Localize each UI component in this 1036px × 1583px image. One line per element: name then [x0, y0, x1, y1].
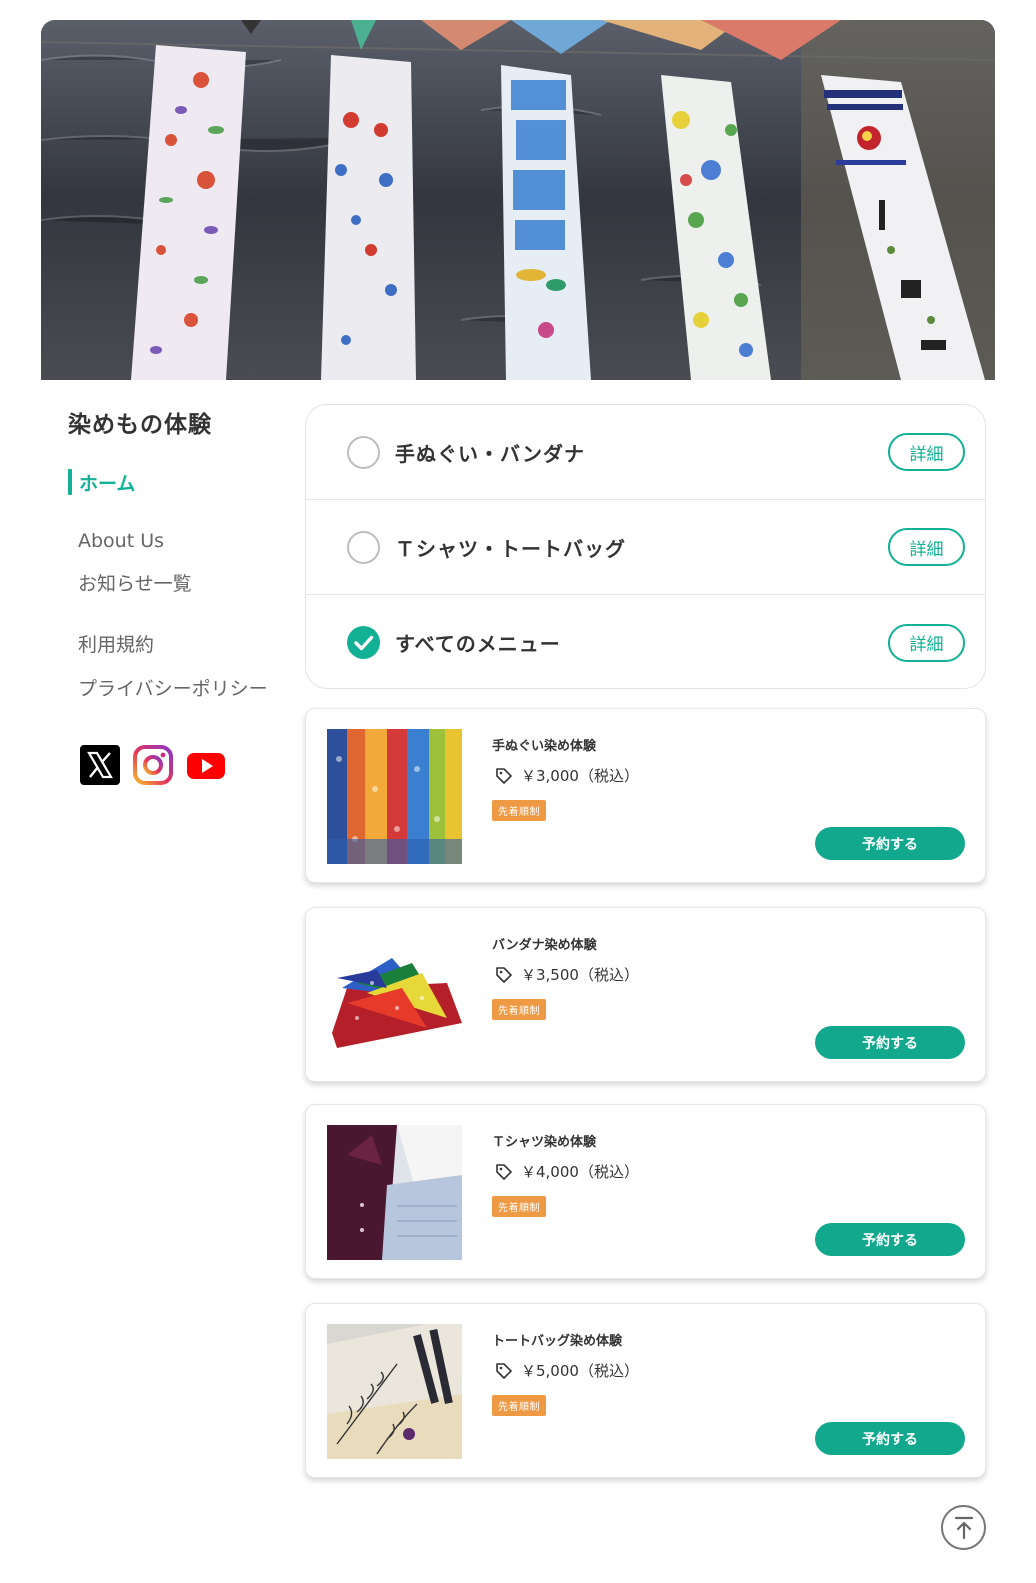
product-price: ￥3,500（税込）: [495, 964, 639, 985]
reserve-button[interactable]: 予約する: [815, 1422, 965, 1455]
nav-about-us[interactable]: About Us: [78, 530, 288, 552]
social-links: [80, 745, 288, 785]
product-image-bandana: [327, 928, 462, 1063]
filter-label: 手ぬぐい・バンダナ: [395, 441, 585, 466]
product-image-tenugui: [327, 729, 462, 864]
price-text: ￥3,500（税込）: [521, 966, 639, 984]
instagram-icon[interactable]: [133, 745, 173, 785]
detail-button[interactable]: 詳細: [888, 623, 965, 662]
first-come-badge: 先着順制: [492, 1395, 546, 1416]
back-to-top-button[interactable]: [941, 1505, 986, 1550]
menu-filter-card: 手ぬぐい・バンダナ 詳細 Ｔシャツ・トートバッグ 詳細 すべてのメニュー 詳細: [305, 404, 986, 689]
price-tag-icon: [495, 1362, 513, 1380]
arrow-up-icon: [954, 1516, 973, 1539]
nav-terms[interactable]: 利用規約: [78, 630, 288, 657]
product-name: 手ぬぐい染め体験: [492, 739, 597, 754]
nav-news-list[interactable]: お知らせ一覧: [78, 569, 288, 596]
reserve-button[interactable]: 予約する: [815, 1223, 965, 1256]
first-come-badge: 先着順制: [492, 800, 546, 821]
filter-row-tenugui-bandana[interactable]: 手ぬぐい・バンダナ 詳細: [306, 405, 985, 500]
product-card-bandana: バンダナ染め体験 ￥3,500（税込） 先着順制 予約する: [305, 907, 986, 1082]
nav-home-label: ホーム: [79, 472, 136, 495]
filter-label: すべてのメニュー: [395, 632, 561, 656]
product-image-totebag: [327, 1324, 462, 1459]
filter-row-tshirt-totebag[interactable]: Ｔシャツ・トートバッグ 詳細: [306, 500, 985, 595]
check-icon: [354, 635, 374, 651]
price-tag-icon: [495, 1163, 513, 1181]
detail-button[interactable]: 詳細: [888, 433, 965, 471]
product-name: Ｔシャツ染め体験: [492, 1135, 597, 1150]
product-price: ￥5,000（税込）: [495, 1360, 639, 1381]
price-text: ￥4,000（税込）: [521, 1163, 639, 1181]
product-card-totebag: トートバッグ染め体験 ￥5,000（税込） 先着順制 予約する: [305, 1303, 986, 1478]
price-tag-icon: [495, 966, 513, 984]
hero-image: [41, 20, 995, 380]
product-image-tshirt: [327, 1125, 462, 1260]
active-indicator: [68, 469, 72, 495]
product-name: バンダナ染め体験: [492, 938, 597, 953]
radio-button[interactable]: [347, 435, 380, 469]
filter-label: Ｔシャツ・トートバッグ: [395, 536, 626, 561]
first-come-badge: 先着順制: [492, 1196, 546, 1217]
reserve-button[interactable]: 予約する: [815, 827, 965, 860]
price-text: ￥5,000（税込）: [521, 1362, 639, 1380]
product-price: ￥4,000（税込）: [495, 1161, 639, 1182]
product-name: トートバッグ染め体験: [492, 1334, 623, 1349]
price-tag-icon: [495, 767, 513, 785]
reserve-button[interactable]: 予約する: [815, 1026, 965, 1059]
product-card-tshirt: Ｔシャツ染め体験 ￥4,000（税込） 先着順制 予約する: [305, 1104, 986, 1279]
sidebar: 染めもの体験 ホーム About Us お知らせ一覧 利用規約 プライバシーポリ…: [68, 405, 288, 785]
nav-home[interactable]: ホーム: [68, 469, 288, 495]
product-card-tenugui: 手ぬぐい染め体験 ￥3,000（税込） 先着順制 予約する: [305, 708, 986, 883]
radio-button-checked[interactable]: [347, 626, 380, 659]
x-icon[interactable]: [80, 745, 120, 785]
radio-button[interactable]: [347, 530, 380, 564]
first-come-badge: 先着順制: [492, 999, 546, 1020]
filter-row-all-menu[interactable]: すべてのメニュー 詳細: [306, 595, 985, 690]
site-title[interactable]: 染めもの体験: [68, 405, 288, 439]
youtube-icon[interactable]: [186, 745, 226, 785]
nav-privacy-policy[interactable]: プライバシーポリシー: [78, 674, 288, 701]
price-text: ￥3,000（税込）: [521, 767, 639, 785]
detail-button[interactable]: 詳細: [888, 528, 965, 566]
product-price: ￥3,000（税込）: [495, 765, 639, 786]
